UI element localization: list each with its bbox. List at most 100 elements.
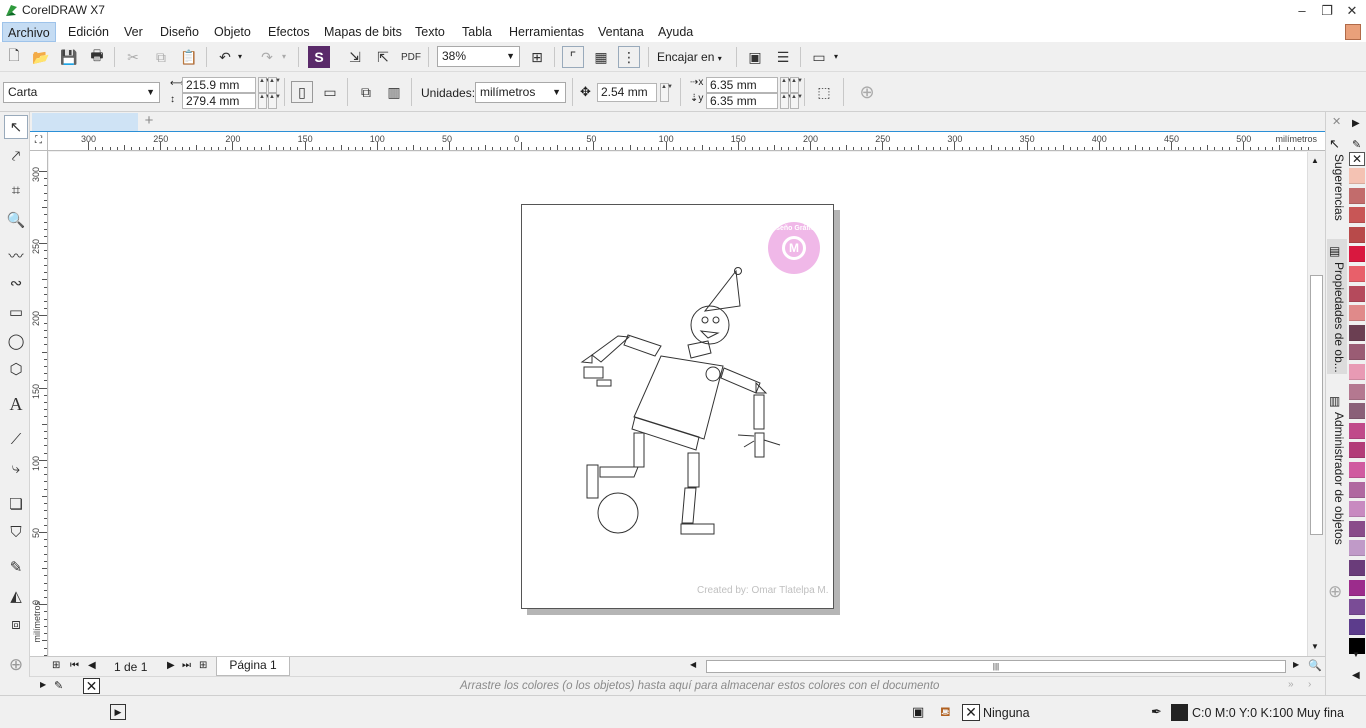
- body-shape[interactable]: [633, 355, 724, 440]
- export-icon[interactable]: ⇱: [372, 46, 394, 68]
- page-counter[interactable]: 1 de 1: [114, 660, 147, 674]
- interactive-fill-icon[interactable]: ◭: [4, 584, 28, 608]
- dup-y-spinner[interactable]: ▲▼: [780, 93, 793, 109]
- left-hand[interactable]: [583, 366, 604, 379]
- horizontal-ruler[interactable]: 300 250 200 150 100 50 0 50 100 150 200 250 300 350 40…: [48, 132, 1325, 151]
- application-launcher-icon[interactable]: ▭: [808, 46, 830, 68]
- cut-icon[interactable]: ✂: [122, 46, 144, 68]
- next-page-icon[interactable]: ▶: [167, 660, 175, 671]
- ruler-origin-icon[interactable]: ⛶: [30, 132, 48, 151]
- height-lock[interactable]: ▲▼: [268, 93, 281, 109]
- copy-icon[interactable]: ⧉: [150, 46, 172, 68]
- width-spinner[interactable]: ▲▼: [258, 77, 271, 93]
- eyedropper-icon[interactable]: ✎: [4, 555, 28, 579]
- palette-scroll-up-icon[interactable]: ▶: [1352, 118, 1360, 129]
- color-swatch[interactable]: [1349, 383, 1365, 400]
- page-tab[interactable]: Página 1: [216, 657, 290, 676]
- close-button[interactable]: ✕: [1338, 0, 1366, 22]
- vertical-ruler[interactable]: 300 250 200 150 100 50 0 milímetros: [30, 151, 48, 671]
- nudge-distance-input[interactable]: 2.54 mm: [597, 83, 657, 102]
- docker-tab-hints[interactable]: Sugerencias: [1328, 154, 1348, 221]
- eyedropper-icon[interactable]: ✎: [54, 679, 63, 692]
- zoom-to-page-icon[interactable]: ⊞: [526, 46, 548, 68]
- color-swatch[interactable]: [1349, 305, 1365, 322]
- show-grid-icon[interactable]: ▦: [590, 46, 612, 68]
- scroll-down-icon[interactable]: ▼: [1311, 642, 1319, 651]
- undo-icon[interactable]: ↶: [214, 46, 236, 68]
- undo-dropdown-icon[interactable]: ▾: [238, 52, 242, 61]
- minimize-button[interactable]: –: [1288, 0, 1316, 22]
- menu-edicion[interactable]: Edición: [63, 22, 114, 42]
- transparency-icon[interactable]: ⛉: [4, 520, 28, 544]
- width-lock[interactable]: ▲▼: [268, 77, 281, 93]
- page-width-input[interactable]: 215.9 mm: [182, 77, 256, 93]
- palette-menu-icon[interactable]: ▶: [40, 680, 46, 689]
- right-finger-3[interactable]: [763, 439, 781, 446]
- docker-tab-object-manager[interactable]: Administrador de objetos: [1328, 412, 1348, 545]
- color-swatch[interactable]: [1349, 422, 1365, 439]
- show-guidelines-icon[interactable]: ⋮: [618, 46, 640, 68]
- account-icon[interactable]: [1345, 24, 1361, 40]
- height-spinner[interactable]: ▲▼: [258, 93, 271, 109]
- zoom-navigator-icon[interactable]: 🔍: [1308, 659, 1322, 672]
- search-content-icon[interactable]: S: [308, 46, 330, 68]
- add-page-before-icon[interactable]: ⊞: [52, 660, 60, 671]
- right-shin[interactable]: [681, 487, 697, 524]
- hat-shape[interactable]: [703, 269, 741, 312]
- scroll-left-icon[interactable]: ◀: [690, 660, 696, 669]
- left-fingers[interactable]: [596, 379, 612, 387]
- rectangle-tool-icon[interactable]: ▭: [4, 300, 28, 324]
- scroll-thumb[interactable]: [1310, 275, 1323, 535]
- lower-left-arm[interactable]: [591, 335, 631, 363]
- palette-eyedropper-icon[interactable]: ✎: [1352, 138, 1361, 151]
- left-eye[interactable]: [701, 316, 709, 324]
- color-swatch[interactable]: [1349, 187, 1365, 204]
- color-swatch[interactable]: [1349, 462, 1365, 478]
- menu-ayuda[interactable]: Ayuda: [653, 22, 698, 42]
- color-swatch[interactable]: [1349, 599, 1365, 616]
- vertical-scrollbar[interactable]: ▲ ▼: [1307, 152, 1325, 656]
- duplicate-x-input[interactable]: 6.35 mm: [706, 77, 778, 93]
- connector-tool-icon[interactable]: ⤷: [4, 456, 28, 480]
- ellipse-tool-icon[interactable]: ◯: [4, 329, 28, 353]
- customize-toolbox-icon[interactable]: ⊕: [4, 653, 28, 677]
- page-height-input[interactable]: 279.4 mm: [182, 93, 256, 109]
- color-palette[interactable]: ▶ ✎ ✕ ▼ ◀: [1347, 112, 1366, 696]
- open-icon[interactable]: 📂: [30, 46, 52, 68]
- cursor-info-play-icon[interactable]: ▶: [110, 704, 126, 720]
- palette-menu-icon[interactable]: ◀: [1352, 670, 1360, 681]
- first-page-icon[interactable]: ⏮: [70, 660, 79, 671]
- landscape-icon[interactable]: ▭: [319, 81, 341, 103]
- add-page-after-icon[interactable]: ⊞: [199, 660, 207, 671]
- zoom-level-combo[interactable]: 38% ▼: [437, 46, 520, 67]
- add-icon[interactable]: ⊕: [856, 81, 878, 103]
- docker-tab-object-properties[interactable]: Propiedades de ob...: [1328, 262, 1348, 373]
- drop-shadow-icon[interactable]: ❏: [4, 492, 28, 516]
- page[interactable]: M Diseño Gráfico Created by: Omar Tlatel…: [521, 204, 834, 609]
- print-icon[interactable]: 🖶: [86, 46, 108, 68]
- chevron-down-icon[interactable]: ▾: [834, 52, 838, 61]
- color-swatch[interactable]: [1349, 285, 1365, 302]
- outline-color-swatch[interactable]: [1171, 704, 1188, 721]
- color-swatch[interactable]: [1349, 481, 1365, 498]
- scroll-right-icon[interactable]: ▶: [1293, 660, 1299, 669]
- text-tool-icon[interactable]: A: [4, 392, 28, 416]
- dup-x-spinner-2[interactable]: ▲▼: [790, 77, 803, 93]
- left-foot[interactable]: [586, 464, 599, 499]
- right-finger-1[interactable]: [737, 434, 755, 437]
- color-swatch[interactable]: [1349, 207, 1365, 224]
- right-thigh[interactable]: [687, 452, 700, 488]
- smart-fill-icon[interactable]: ⧈: [4, 612, 28, 636]
- color-swatch[interactable]: [1349, 540, 1365, 557]
- color-swatch[interactable]: [1349, 226, 1365, 243]
- docker-close-icon[interactable]: ✕: [1332, 115, 1341, 128]
- pick-tool-icon[interactable]: ↖: [4, 115, 28, 139]
- color-swatch[interactable]: [1349, 560, 1365, 576]
- publish-pdf-icon[interactable]: PDF: [400, 46, 422, 68]
- crop-tool-icon[interactable]: ⌗: [4, 178, 28, 202]
- artistic-media-icon[interactable]: ∾: [4, 271, 28, 295]
- left-elbow[interactable]: [580, 354, 593, 364]
- dup-y-spinner-2[interactable]: ▲▼: [790, 93, 803, 109]
- color-swatch[interactable]: [1349, 520, 1365, 537]
- snap-to-button[interactable]: Encajar en ▾: [657, 50, 722, 64]
